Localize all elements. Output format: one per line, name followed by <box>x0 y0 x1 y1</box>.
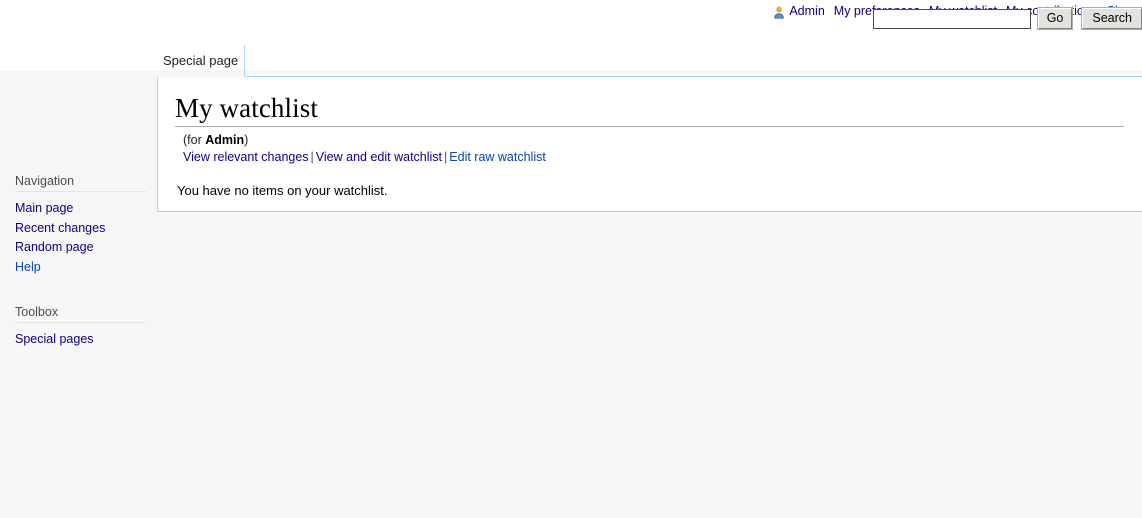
content-column: Special page Go Search My watchlist (for… <box>155 0 1142 518</box>
link-view-and-edit-watchlist[interactable]: View and edit watchlist <box>316 150 442 164</box>
sidebar-item-special-pages[interactable]: Special pages <box>15 330 155 350</box>
content-subtitle: (for Admin) View relevant changes | View a… <box>175 127 1124 165</box>
link-view-relevant-changes[interactable]: View relevant changes <box>183 150 309 164</box>
sidebar-item-help[interactable]: Help <box>15 258 155 278</box>
sidebar-heading-navigation: Navigation <box>15 174 75 188</box>
page-title: My watchlist <box>175 93 1124 127</box>
sidebar-list-toolbox: Special pages <box>0 323 155 350</box>
tab-special-page[interactable]: Special page <box>157 53 244 69</box>
content-box: My watchlist (for Admin) View relevant c… <box>157 77 1142 212</box>
sidebar-portlet-navigation: Navigation Main page Recent changes Rand… <box>0 174 155 277</box>
subtitle-prefix: (for <box>183 133 206 147</box>
subtitle-for-line: (for Admin) <box>183 132 1124 149</box>
sidebar-portlet-toolbox: Toolbox Special pages <box>0 305 155 350</box>
subtitle-separator-1: | <box>310 149 314 164</box>
sidebar-item-random-page[interactable]: Random page <box>15 238 155 258</box>
search-input[interactable] <box>872 8 1031 29</box>
subtitle-links-line: View relevant changes | View and edit watc… <box>183 149 1124 166</box>
search-submit-button[interactable]: Search <box>1081 7 1142 30</box>
sidebar-item-recent-changes[interactable]: Recent changes <box>15 219 155 239</box>
sidebar-list-navigation: Main page Recent changes Random page Hel… <box>0 192 155 277</box>
content-inner: My watchlist (for Admin) View relevant c… <box>158 77 1142 199</box>
sidebar-heading-toolbox: Toolbox <box>15 305 59 319</box>
sidebar-item-main-page[interactable]: Main page <box>15 199 155 219</box>
link-edit-raw-watchlist[interactable]: Edit raw watchlist <box>449 150 546 164</box>
subtitle-username: Admin <box>205 133 245 147</box>
tab-row: Special page Go Search <box>155 0 1142 77</box>
tab-divider <box>244 45 245 77</box>
sidebar: Navigation Main page Recent changes Rand… <box>0 70 155 518</box>
search-go-button[interactable]: Go <box>1036 7 1074 30</box>
watchlist-empty-message: You have no items on your watchlist. <box>177 183 388 198</box>
subtitle-suffix: ) <box>244 133 249 147</box>
search-area: Go Search <box>872 7 1142 30</box>
